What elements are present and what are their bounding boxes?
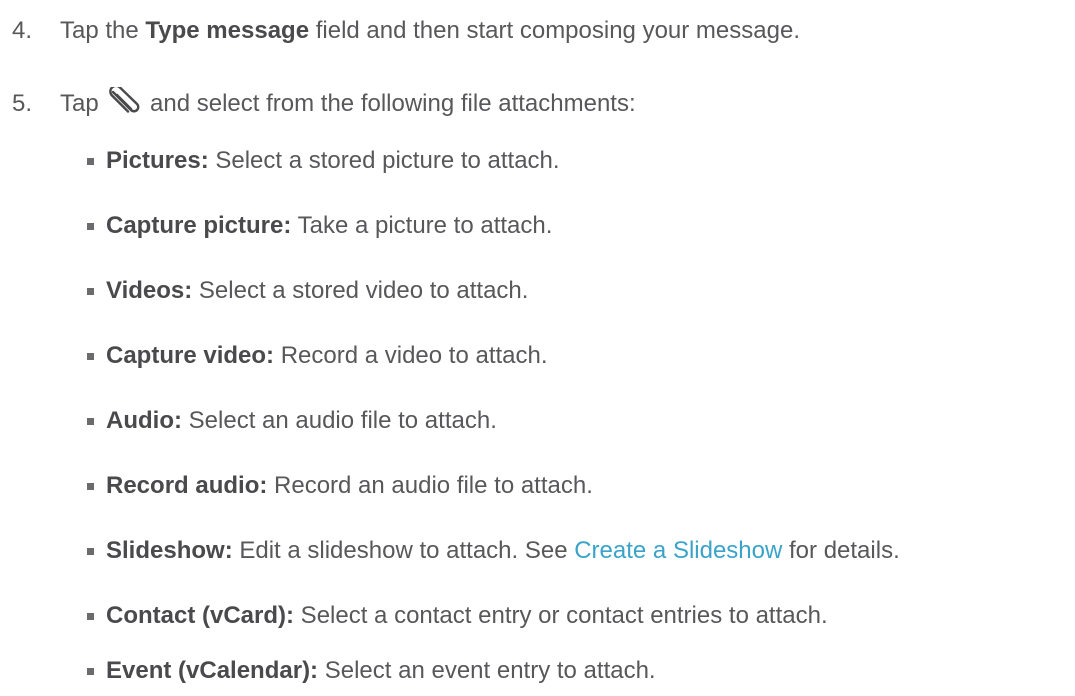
create-slideshow-link[interactable]: Create a Slideshow xyxy=(574,537,782,564)
bullet-icon xyxy=(87,158,94,165)
bullet-icon xyxy=(87,668,94,675)
option-desc: Record an audio file to attach. xyxy=(267,472,593,499)
step-text: Tap and select from the following file a… xyxy=(60,87,636,121)
option-term: Capture video: xyxy=(106,342,275,369)
option-desc: Edit a slideshow to attach. See xyxy=(232,537,575,564)
option-desc: Select a stored picture to attach. xyxy=(208,147,560,174)
step-text-pre: Tap the xyxy=(60,17,146,44)
step-text-pre: Tap xyxy=(60,90,106,117)
option-term: Capture picture: xyxy=(106,212,292,239)
option-term: Videos: xyxy=(106,277,193,304)
bullet-icon xyxy=(87,223,94,230)
option-term: Contact (vCard): xyxy=(106,602,295,629)
bullet-icon xyxy=(87,548,94,555)
option-term: Event (vCalendar): xyxy=(106,657,319,684)
step-number: 4. xyxy=(12,17,33,44)
option-desc: Take a picture to attach. xyxy=(291,212,553,239)
step-number: 5. xyxy=(12,90,33,117)
option-desc: Select an audio file to attach. xyxy=(181,407,497,434)
paperclip-icon xyxy=(109,87,140,113)
type-message-label: Type message xyxy=(145,17,310,44)
option-desc: Select a contact entry or contact entrie… xyxy=(294,602,828,629)
option-term: Slideshow: xyxy=(106,537,233,564)
option-desc: Record a video to attach. xyxy=(274,342,548,369)
option-term: Pictures: xyxy=(106,147,209,174)
bullet-icon xyxy=(87,418,94,425)
option-desc: Select a stored video to attach. xyxy=(192,277,529,304)
option-term: Record audio: xyxy=(106,472,268,499)
option-desc: Select an event entry to attach. xyxy=(318,657,656,684)
step-text: Tap the Type message field and then star… xyxy=(60,14,800,48)
bullet-icon xyxy=(87,613,94,620)
step-text-post: and select from the following file attac… xyxy=(143,90,636,117)
step-text-post: field and then start composing your mess… xyxy=(309,17,800,44)
bullet-icon xyxy=(87,483,94,490)
bullet-icon xyxy=(87,288,94,295)
bullet-icon xyxy=(87,353,94,360)
option-desc-after: for details. xyxy=(782,537,900,564)
option-term: Audio: xyxy=(106,407,182,434)
